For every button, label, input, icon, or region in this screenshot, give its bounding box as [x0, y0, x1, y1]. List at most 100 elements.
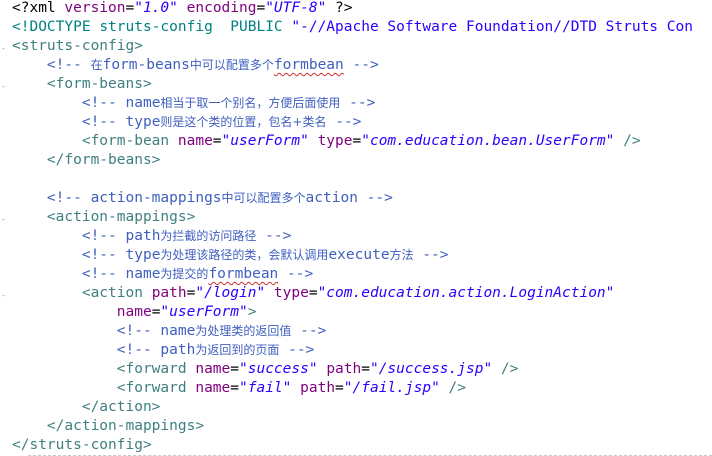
code-token: PUBLIC — [212, 19, 292, 35]
code-token: 方法 — [389, 248, 414, 262]
code-token: path — [125, 228, 161, 244]
code-token: = — [212, 133, 222, 149]
code-line[interactable]: <!-- name为处理类的返回值 --> — [12, 322, 327, 341]
code-line[interactable]: <!DOCTYPE struts-config PUBLIC "-//Apach… — [12, 18, 693, 37]
code-token: action-mappings — [90, 190, 222, 206]
code-token: struts-config — [99, 19, 213, 35]
code-token: type — [125, 114, 161, 130]
code-token: <!-- — [81, 228, 126, 244]
code-token: version — [64, 0, 126, 16]
code-line[interactable]: <!-- 在form-beans中可以配置多个formbean --> — [12, 56, 379, 75]
code-token: "-//Apache Software Foundation//DTD Stru… — [291, 19, 693, 35]
code-token: "1.0" — [134, 0, 178, 16]
code-line[interactable]: <form-bean name="userForm" type="com.edu… — [12, 132, 641, 151]
code-token: type — [273, 285, 309, 301]
code-line[interactable]: <!-- action-mappings中可以配置多个action --> — [12, 189, 393, 208]
code-line[interactable]: <!-- type则是这个类的位置，包名+类名 --> — [12, 113, 362, 132]
code-line[interactable]: </action-mappings> — [12, 417, 204, 436]
code-line[interactable]: <forward name="success" path="/success.j… — [12, 360, 519, 379]
code-token: <struts-config> — [12, 38, 143, 54]
code-token: <!-- — [116, 323, 161, 339]
code-token: /> — [614, 133, 641, 149]
code-token: <form-beans> — [46, 76, 152, 92]
code-token: 为提交的 — [160, 267, 209, 281]
code-token: = — [361, 361, 370, 377]
code-token: name — [116, 304, 152, 320]
code-token: name — [195, 361, 231, 377]
fold-toggle-icon[interactable]: - — [0, 292, 7, 300]
fold-toggle-icon[interactable]: - — [0, 45, 7, 53]
code-token: name — [160, 323, 196, 339]
code-line[interactable]: </struts-config> — [12, 436, 152, 455]
code-line[interactable]: <action-mappings> — [12, 208, 195, 227]
code-token: "/fail.jsp" — [343, 380, 440, 396]
code-line[interactable]: </action> — [12, 398, 161, 417]
code-token: = — [125, 0, 135, 16]
code-token: path — [151, 285, 187, 301]
code-token: "userForm" — [160, 304, 248, 320]
code-line[interactable]: <action path="/login" type="com.educatio… — [12, 284, 615, 303]
code-token: name — [177, 133, 213, 149]
code-token: --> — [278, 266, 314, 282]
code-line[interactable]: name="userForm"> — [12, 303, 257, 322]
code-line[interactable]: <!-- type为处理该路径的类，会默认调用execute方法 --> — [12, 246, 449, 265]
code-token: "/success.jsp" — [369, 361, 493, 377]
code-token: <action-mappings> — [46, 209, 196, 225]
code-token: --> — [340, 95, 376, 111]
code-line[interactable]: <!-- path为返回到的页面 --> — [12, 341, 315, 360]
code-line[interactable]: <!-- name相当于取一个别名，方便后面使用 --> — [12, 94, 376, 113]
code-token: 为拦截的访问路径 — [160, 229, 257, 243]
code-token: "success" — [239, 361, 318, 377]
fold-toggle-icon[interactable]: - — [0, 83, 7, 91]
code-token: = — [230, 361, 239, 377]
code-token: path — [326, 361, 362, 377]
fold-toggle-icon[interactable]: - — [0, 216, 7, 224]
code-token: = — [352, 133, 362, 149]
code-token: 为处理类的返回值 — [195, 324, 292, 338]
code-token: 相当于取一个别名，方便后面使用 — [160, 96, 341, 110]
code-token: path — [300, 380, 336, 396]
code-line[interactable]: <forward name="fail" path="/fail.jsp" /> — [12, 379, 466, 398]
code-token: formbean — [273, 57, 344, 73]
code-token: <?xml — [12, 0, 65, 16]
code-line[interactable]: <!-- path为拦截的访问路径 --> — [12, 227, 292, 246]
code-token: /> — [439, 380, 467, 396]
code-token: <!-- — [46, 190, 91, 206]
code-token: <!-- — [46, 57, 91, 73]
code-line[interactable]: <struts-config> — [12, 37, 143, 56]
code-line[interactable]: </form-beans> — [12, 151, 161, 170]
code-token: <forward — [116, 361, 196, 377]
code-token: --> — [256, 228, 292, 244]
code-token: = — [335, 380, 344, 396]
code-token: > — [247, 304, 257, 320]
code-line[interactable]: <!-- name为提交的formbean --> — [12, 265, 313, 284]
code-token: <!-- — [81, 247, 126, 263]
code-token: name — [125, 266, 161, 282]
code-token: = — [230, 380, 239, 396]
code-token: "com.education.action.LoginAction" — [317, 285, 615, 301]
code-token: 中可以配置多个 — [189, 58, 274, 72]
code-line[interactable]: <?xml version="1.0" encoding="UTF-8" ?> — [12, 0, 353, 18]
code-line[interactable]: <form-beans> — [12, 75, 152, 94]
code-token: <!-- — [81, 114, 126, 130]
code-editor[interactable]: - - - - <?xml version="1.0" encoding="UT… — [0, 0, 712, 456]
code-token: encoding — [186, 0, 257, 16]
code-token: action — [305, 190, 358, 206]
